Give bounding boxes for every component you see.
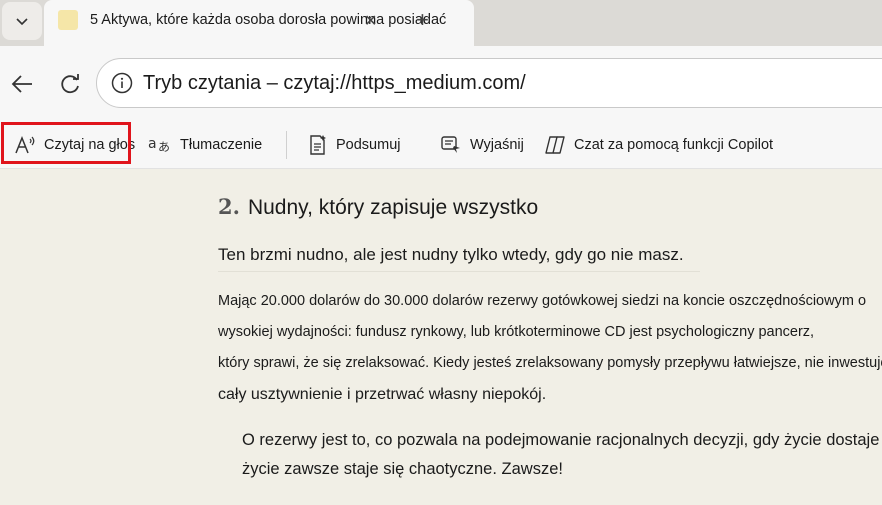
paragraph-line: który sprawi, że się zrelaksować. Kiedy … [218, 355, 882, 371]
copilot-icon [545, 136, 565, 154]
explain-button[interactable]: Wyjaśnij [440, 122, 524, 168]
explain-label: Wyjaśnij [470, 137, 524, 153]
tab-strip: 5 Aktywa, które każda osoba dorosła powi… [0, 0, 882, 46]
active-tab[interactable]: 5 Aktywa, które każda osoba dorosła powi… [44, 0, 474, 46]
paragraph-line: cały usztywnienie i przetrwać własny nie… [218, 386, 547, 403]
tab-favicon-icon [58, 10, 78, 30]
copilot-chat-label: Czat za pomocą funkcji Copilot [574, 137, 774, 153]
copilot-chat-button[interactable]: Czat za pomocą funkcji Copilot [544, 122, 773, 168]
svg-text:a: a [148, 136, 157, 152]
summarize-label: Podsumuj [336, 137, 401, 153]
reader-toolbar: Czytaj na głos a あ Tłumaczenie Podsumuj … [0, 122, 882, 169]
back-arrow-icon[interactable] [8, 70, 36, 98]
address-text: Tryb czytania – czytaj://https_medium.co… [143, 72, 526, 94]
info-icon[interactable] [111, 72, 133, 94]
translate-button[interactable]: a あ Tłumaczenie [148, 122, 262, 168]
heading-number: 2. [218, 194, 240, 219]
paragraph-line: Mając 20.000 dolarów do 30.000 dolarów r… [218, 293, 867, 309]
tab-title: 5 Aktywa, które każda osoba dorosła powi… [90, 12, 447, 28]
address-bar[interactable]: Tryb czytania – czytaj://https_medium.co… [96, 58, 882, 108]
reader-content: 2. Nudny, który zapisuje wszystko Ten brz… [0, 168, 882, 505]
toolbar-divider [286, 131, 287, 159]
block-quote: O rezerwy jest to, co pozwala na podejmo… [242, 426, 880, 484]
section-heading: 2. Nudny, który zapisuje wszystko [218, 194, 538, 220]
tab-actions-menu-button[interactable] [2, 2, 42, 40]
new-tab-icon[interactable]: + [416, 7, 429, 33]
quote-line: życie zawsze staje się chaotyczne. Zawsz… [242, 460, 563, 478]
heading-text: Nudny, który zapisuje wszystko [247, 196, 539, 219]
explain-icon [441, 136, 460, 153]
translate-icon: a あ [148, 136, 170, 154]
quote-line: O rezerwy jest to, co pozwala na podejmo… [242, 431, 880, 449]
translate-label: Tłumaczenie [180, 137, 263, 153]
navigation-bar: Tryb czytania – czytaj://https_medium.co… [0, 46, 882, 122]
paragraph-line: wysokiej wydajności: fundusz rynkowy, lu… [218, 324, 815, 340]
chevron-down-icon [16, 18, 28, 26]
paragraph-body: Mając 20.000 dolarów do 30.000 dolarów r… [218, 286, 882, 410]
close-tab-icon[interactable]: ✕ [364, 11, 377, 31]
summarize-button[interactable]: Podsumuj [308, 122, 400, 168]
read-aloud-button[interactable]: Czytaj na głos [14, 122, 135, 168]
reload-icon[interactable] [56, 70, 84, 98]
read-aloud-icon [15, 135, 35, 154]
summarize-icon [310, 135, 326, 155]
paragraph-intro: Ten brzmi nudno, ale jest nudny tylko wt… [218, 245, 700, 272]
read-aloud-label: Czytaj na głos [44, 137, 136, 153]
svg-text:あ: あ [158, 140, 170, 154]
